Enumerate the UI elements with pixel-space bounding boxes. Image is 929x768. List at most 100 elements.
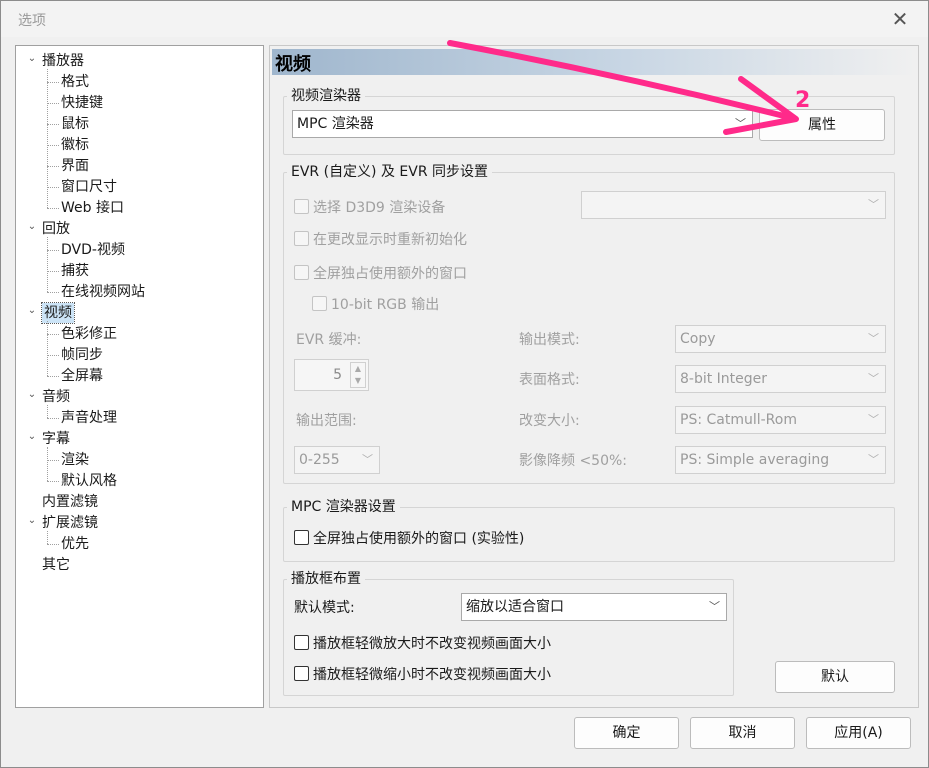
cancel-button[interactable]: 取消 bbox=[690, 717, 795, 749]
tree-item-label: 播放器 bbox=[42, 53, 84, 69]
renderer-select[interactable]: MPC 渲染器 ﹀ bbox=[292, 110, 753, 138]
tree-item-label: 快捷键 bbox=[61, 95, 103, 111]
tree-item-label: 渲染 bbox=[61, 452, 89, 468]
chevron-down-icon: ﹀ bbox=[362, 453, 373, 466]
tree-item-label: 窗口尺寸 bbox=[61, 179, 117, 195]
apply-button[interactable]: 应用(A) bbox=[806, 717, 911, 749]
downscale-label: 影像降频 <50%: bbox=[519, 453, 628, 469]
tree-connector bbox=[47, 166, 59, 167]
checkbox-box bbox=[294, 231, 309, 246]
tree-connector bbox=[47, 321, 48, 376]
defaults-button[interactable]: 默认 bbox=[775, 661, 895, 693]
tree-connector bbox=[47, 271, 59, 272]
tree-connector bbox=[47, 531, 48, 544]
output-range-select[interactable]: 0-255 ﹀ bbox=[294, 446, 380, 474]
tree-item-label: 鼠标 bbox=[61, 116, 89, 132]
tree-item-label: 色彩修正 bbox=[61, 326, 117, 342]
chevron-down-icon[interactable]: ⌄ bbox=[26, 389, 38, 401]
tree-item-label: 内置滤镜 bbox=[42, 494, 98, 510]
title-bar: 选项 ✕ bbox=[1, 1, 928, 37]
tree-item-label: 在线视频网站 bbox=[61, 284, 145, 300]
tree-connector bbox=[47, 405, 48, 418]
reinit-checkbox[interactable]: 在更改显示时重新初始化 bbox=[294, 230, 467, 250]
tree-connector bbox=[47, 334, 59, 335]
tree-connector bbox=[47, 292, 59, 293]
chevron-down-icon[interactable]: ⌄ bbox=[26, 431, 38, 443]
d3d9-device-select[interactable]: ﹀ bbox=[581, 191, 886, 219]
tree-connector bbox=[47, 124, 59, 125]
tree-item-label: 回放 bbox=[42, 221, 70, 237]
close-icon[interactable]: ✕ bbox=[885, 7, 915, 31]
tree-connector bbox=[47, 145, 59, 146]
tree-item-label: DVD-视频 bbox=[61, 242, 125, 258]
ok-button[interactable]: 确定 bbox=[574, 717, 679, 749]
tree-connector bbox=[47, 82, 59, 83]
tree-item-label: 界面 bbox=[61, 158, 89, 174]
chevron-down-icon: ﹀ bbox=[868, 372, 879, 385]
surface-format-label: 表面格式: bbox=[519, 372, 580, 388]
rgb-10bit-checkbox[interactable]: 10-bit RGB 输出 bbox=[312, 295, 439, 315]
tree-connector bbox=[47, 544, 59, 545]
zoom-in-keep-size-checkbox[interactable]: 播放框轻微放大时不改变视频画面大小 bbox=[294, 634, 551, 654]
default-mode-select[interactable]: 缩放以适合窗口 ﹀ bbox=[461, 593, 727, 621]
chevron-down-icon: ﹀ bbox=[868, 453, 879, 466]
evr-buffer-label: EVR 缓冲: bbox=[296, 332, 362, 348]
tree-item-label: 视频 bbox=[41, 302, 75, 324]
properties-button[interactable]: 属性 bbox=[759, 109, 885, 141]
mpc-fullscreen-extra-window-checkbox[interactable]: 全屏独占使用额外的窗口 (实验性) bbox=[294, 529, 524, 549]
select-d3d9-checkbox[interactable]: 选择 D3D9 渲染设备 bbox=[294, 198, 445, 218]
page-title: 视频 bbox=[275, 54, 311, 75]
tree-connector bbox=[47, 208, 59, 209]
tree-item-label: 默认风格 bbox=[61, 473, 117, 489]
frame-group-title: 播放框布置 bbox=[287, 570, 365, 588]
resize-label: 改变大小: bbox=[519, 413, 580, 429]
downscale-select[interactable]: PS: Simple averaging ﹀ bbox=[675, 446, 886, 474]
mpc-group-title: MPC 渲染器设置 bbox=[287, 498, 400, 516]
output-mode-label: 输出模式: bbox=[519, 332, 580, 348]
chevron-down-icon: ﹀ bbox=[868, 198, 879, 211]
resize-select[interactable]: PS: Catmull-Rom ﹀ bbox=[675, 406, 886, 434]
tree-item-label: 全屏幕 bbox=[61, 368, 103, 384]
output-range-label: 输出范围: bbox=[296, 413, 357, 429]
tree-item-label: Web 接口 bbox=[61, 200, 124, 216]
tree-item-label: 捕获 bbox=[61, 263, 89, 279]
tree-item-label: 帧同步 bbox=[61, 347, 103, 363]
tree-connector bbox=[47, 237, 48, 292]
chevron-down-icon[interactable]: ⌄ bbox=[26, 221, 38, 233]
tree-connector bbox=[47, 187, 59, 188]
surface-format-select[interactable]: 8-bit Integer ﹀ bbox=[675, 365, 886, 393]
chevron-down-icon: ﹀ bbox=[868, 332, 879, 345]
chevron-down-icon: ﹀ bbox=[735, 117, 746, 130]
checkbox-box bbox=[294, 199, 309, 214]
renderer-select-value: MPC 渲染器 bbox=[297, 116, 374, 132]
evr-group-title: EVR (自定义) 及 EVR 同步设置 bbox=[287, 163, 493, 181]
chevron-down-icon[interactable]: ⌄ bbox=[26, 53, 38, 65]
chevron-down-icon: ﹀ bbox=[709, 600, 720, 613]
fullscreen-extra-window-checkbox[interactable]: 全屏独占使用额外的窗口 bbox=[294, 264, 467, 284]
tree-connector bbox=[47, 250, 59, 251]
tree-item-label: 其它 bbox=[42, 557, 70, 573]
tree-connector bbox=[47, 103, 59, 104]
tree-item-label: 字幕 bbox=[42, 431, 70, 447]
options-tree[interactable]: 播放器 ⌄ 格式快捷键鼠标徽标界面窗口尺寸 Web 接口回放 ⌄ DVD-视频 捕获在线视频… bbox=[15, 45, 264, 708]
tree-connector bbox=[47, 447, 48, 481]
evr-buffer-spinner[interactable]: 5 ▲ ▼ bbox=[294, 359, 369, 391]
checkbox-box bbox=[294, 530, 309, 545]
chevron-down-icon[interactable]: ⌄ bbox=[26, 515, 38, 527]
spin-arrows-icon[interactable]: ▲ ▼ bbox=[350, 362, 366, 388]
chevron-down-icon[interactable]: ⌄ bbox=[26, 305, 38, 317]
page-header: 视频 bbox=[272, 49, 916, 75]
checkbox-box bbox=[294, 635, 309, 650]
tree-item-label: 徽标 bbox=[61, 137, 89, 153]
tree-connector bbox=[47, 460, 59, 461]
zoom-out-keep-size-checkbox[interactable]: 播放框轻微缩小时不改变视频画面大小 bbox=[294, 665, 551, 685]
tree-item-label: 声音处理 bbox=[61, 410, 117, 426]
tree-connector bbox=[47, 355, 59, 356]
tree-item-label: 格式 bbox=[61, 74, 89, 90]
checkbox-box bbox=[294, 265, 309, 280]
tree-item-label: 扩展滤镜 bbox=[42, 515, 98, 531]
tree-connector bbox=[47, 376, 59, 377]
tree-item-label: 音频 bbox=[42, 389, 70, 405]
output-mode-select[interactable]: Copy ﹀ bbox=[675, 325, 886, 353]
tree-connector bbox=[47, 418, 59, 419]
